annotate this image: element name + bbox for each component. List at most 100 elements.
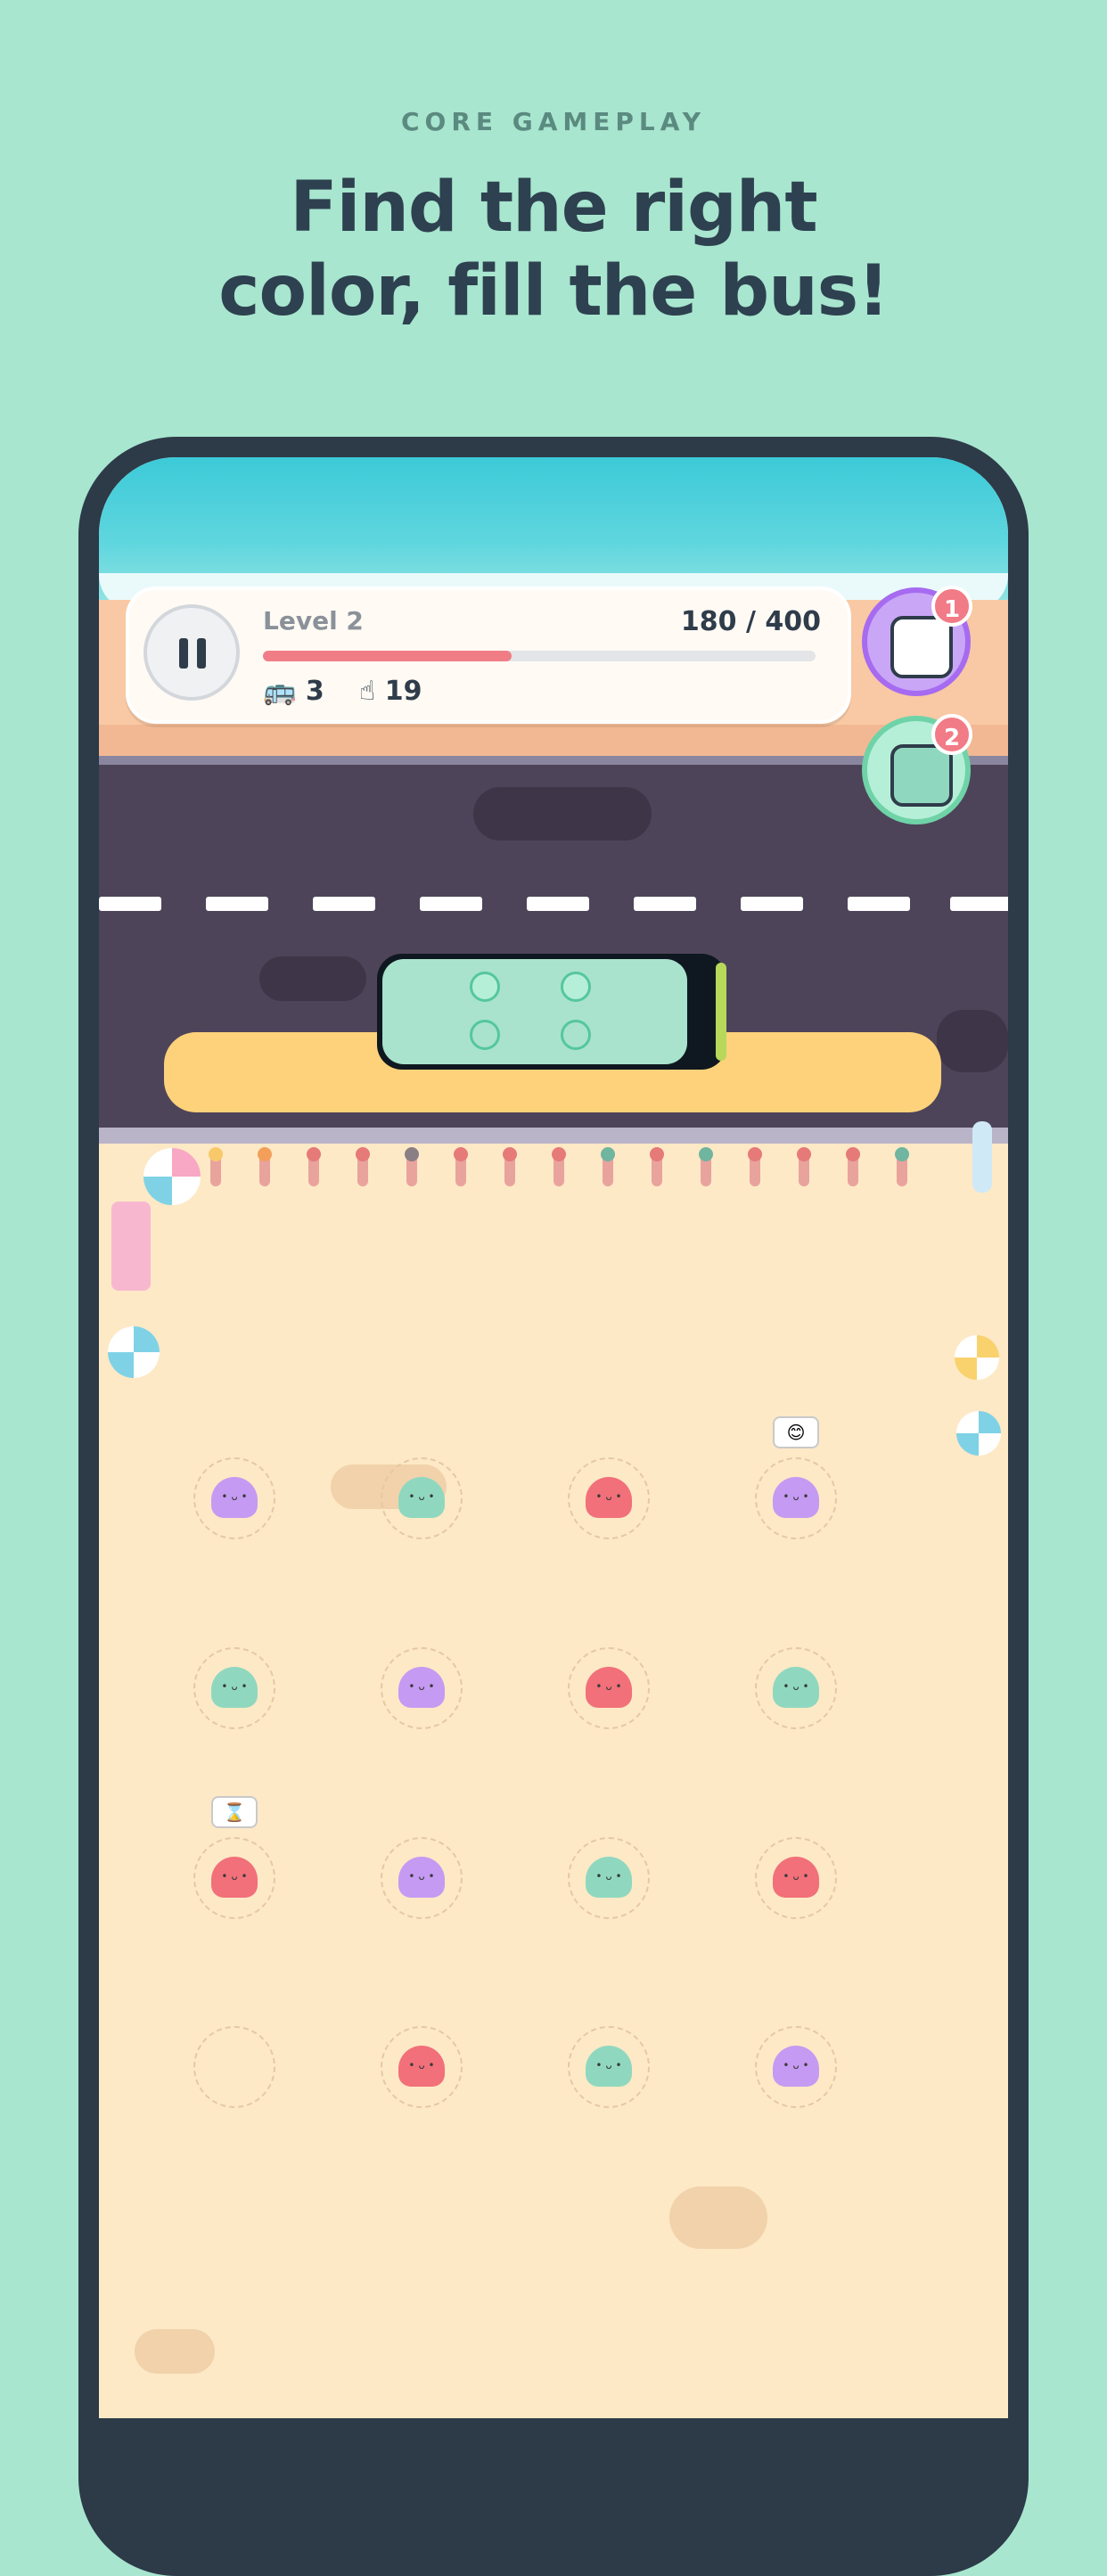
green-passenger: • ᴗ • [586, 1857, 632, 1898]
passenger-slot[interactable]: • ᴗ • [755, 2026, 837, 2108]
ice-cream-cart [111, 1202, 151, 1291]
page-title: Find the right color, fill the bus! [0, 166, 1107, 333]
page-eyebrow: CORE GAMEPLAY [400, 107, 707, 136]
title-line-1: Find the right [290, 168, 817, 248]
buses-count: 3 [305, 676, 324, 707]
passenger-slot[interactable]: • ᴗ • [193, 1457, 275, 1539]
lane-marking [420, 897, 482, 911]
passenger-slot[interactable]: • ᴗ • [193, 1647, 275, 1729]
passenger-face: • ᴗ • [221, 1680, 248, 1693]
lane-marking [741, 897, 803, 911]
beach-post [846, 1147, 860, 1186]
purple-passenger: • ᴗ • [398, 1667, 445, 1708]
rainbow-icon [890, 616, 953, 678]
beach-umbrella [144, 1148, 201, 1205]
booster-count-badge: 1 [931, 586, 972, 627]
moves-stat: ☝ 19 [359, 676, 422, 707]
lane-marking [527, 897, 589, 911]
moves-count: 19 [384, 676, 422, 707]
passenger-slot[interactable]: • ᴗ • [568, 1457, 650, 1539]
passenger-slot[interactable]: • ᴗ • [381, 1457, 463, 1539]
bus-seat-filled [470, 972, 500, 1002]
pause-icon [197, 638, 206, 669]
beach-post [699, 1147, 713, 1186]
beach-umbrella [108, 1326, 160, 1378]
passenger-face: • ᴗ • [408, 1870, 435, 1883]
passenger-face: • ᴗ • [408, 1680, 435, 1693]
purple-passenger: • ᴗ • [398, 1857, 445, 1898]
passenger-face: • ᴗ • [408, 2059, 435, 2071]
passenger-slot[interactable]: • ᴗ • [381, 1837, 463, 1919]
passenger-face: • ᴗ • [595, 1680, 622, 1693]
bus-seat-empty [470, 1020, 500, 1050]
shuffle-icon [890, 744, 953, 807]
beach-post [895, 1147, 909, 1186]
passenger-face: • ᴗ • [783, 2059, 809, 2071]
passenger-slot[interactable]: • ᴗ • [568, 1837, 650, 1919]
lane-marking [634, 897, 696, 911]
bus-body [382, 959, 687, 1064]
pause-button[interactable] [144, 604, 240, 701]
bus[interactable] [377, 954, 726, 1070]
game-screen: Level 2 180 / 400 🚌 3 ☝ 19 1 2 • ᴗ • • ᴗ… [99, 457, 1008, 2418]
passenger-face: • ᴗ • [221, 1870, 248, 1883]
hud-panel: Level 2 180 / 400 🚌 3 ☝ 19 [126, 587, 851, 724]
sand-patch [135, 2329, 215, 2374]
green-passenger: • ᴗ • [773, 1667, 819, 1708]
passenger-slot[interactable]: • ᴗ • [568, 1647, 650, 1729]
beach-post [650, 1147, 664, 1186]
beach-post [405, 1147, 419, 1186]
purple-passenger: • ᴗ • [773, 1477, 819, 1518]
passenger-slot[interactable]: • ᴗ • [755, 1837, 837, 1919]
lifeguard-post [972, 1121, 992, 1193]
green-passenger: • ᴗ • [211, 1667, 258, 1708]
red-passenger: • ᴗ • [586, 1477, 632, 1518]
level-progress-fill [263, 651, 512, 661]
status-bubble-icon: ⌛ [211, 1796, 258, 1828]
beach-post [748, 1147, 762, 1186]
empty-slot[interactable] [193, 2026, 275, 2108]
passenger-face: • ᴗ • [595, 1490, 622, 1503]
road-puddle [259, 956, 366, 1001]
passenger-slot[interactable]: • ᴗ • [755, 1457, 837, 1539]
passenger-slot[interactable]: • ᴗ • [568, 2026, 650, 2108]
lane-marking [99, 897, 161, 911]
passenger-face: • ᴗ • [783, 1680, 809, 1693]
road-edge-bottom [99, 1128, 1008, 1144]
red-passenger: • ᴗ • [586, 1667, 632, 1708]
passenger-face: • ᴗ • [595, 1870, 622, 1883]
passenger-face: • ᴗ • [783, 1490, 809, 1503]
beach-post [307, 1147, 321, 1186]
lane-marking [950, 897, 1008, 911]
beach-post [552, 1147, 566, 1186]
buses-stat: 🚌 3 [263, 676, 324, 707]
beach-post [797, 1147, 811, 1186]
passenger-slot[interactable]: • ᴗ • [381, 1647, 463, 1729]
bus-icon: 🚌 [263, 676, 297, 707]
red-passenger: • ᴗ • [398, 2046, 445, 2087]
passenger-slot[interactable]: • ᴗ • [381, 2026, 463, 2108]
red-passenger: • ᴗ • [211, 1857, 258, 1898]
beach-umbrella [956, 1411, 1001, 1456]
lane-marking [206, 897, 268, 911]
shuffle-booster-button[interactable]: 2 [862, 714, 972, 824]
passenger-slot[interactable]: • ᴗ • [755, 1647, 837, 1729]
passenger-slot[interactable]: • ᴗ • [193, 1837, 275, 1919]
level-label: Level 2 [263, 606, 364, 636]
beach-post [454, 1147, 468, 1186]
status-bubble-icon: 😊 [773, 1416, 819, 1448]
beach-post [209, 1147, 223, 1186]
green-passenger: • ᴗ • [586, 2046, 632, 2087]
passenger-face: • ᴗ • [408, 1490, 435, 1503]
beach-post [601, 1147, 615, 1186]
beach-post [258, 1147, 272, 1186]
level-progress-bar [263, 651, 816, 661]
pause-icon [179, 638, 188, 669]
green-passenger: • ᴗ • [398, 1477, 445, 1518]
beach-post [503, 1147, 517, 1186]
title-line-2: color, fill the bus! [218, 251, 889, 332]
score-text: 180 / 400 [680, 606, 821, 637]
beach-post [356, 1147, 370, 1186]
road-puddle [937, 1010, 1008, 1072]
rainbow-booster-button[interactable]: 1 [862, 586, 972, 696]
